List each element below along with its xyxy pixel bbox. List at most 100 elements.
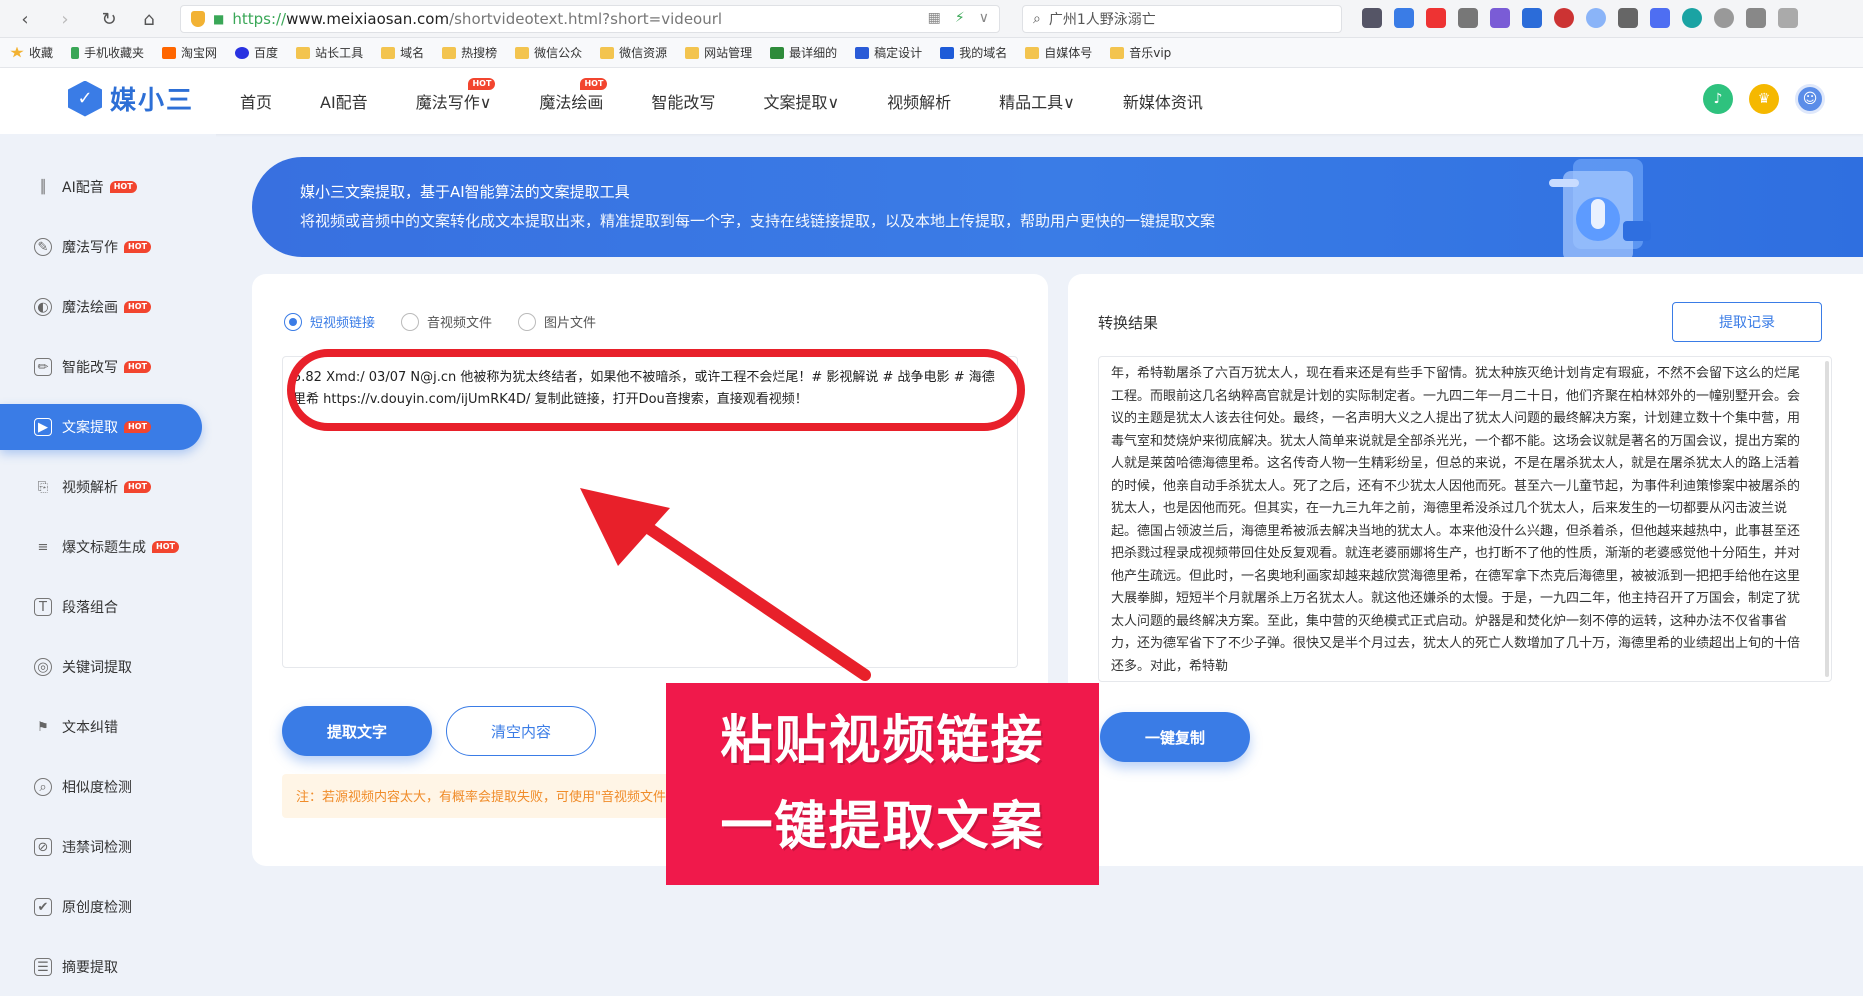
summary-icon: ☰	[34, 958, 52, 976]
result-title: 转换结果	[1098, 314, 1159, 332]
title-icon: ≡	[37, 539, 49, 555]
sidebar-item-text-correction[interactable]: ⚑ 文本纠错	[0, 704, 202, 750]
bookmark-item[interactable]: 站长工具	[296, 44, 363, 61]
bookmark-item[interactable]: 网站管理	[685, 44, 752, 61]
qr-icon[interactable]: ▦	[928, 10, 941, 26]
copy-all-button[interactable]: 一键复制	[1100, 712, 1250, 762]
bookmark-item[interactable]: 稿定设计	[855, 44, 922, 61]
source-type-radios: 短视频链接 音视频文件 图片文件	[284, 312, 596, 331]
sidebar-item-forbidden-words[interactable]: ⊘ 违禁词检测	[0, 824, 202, 870]
nav-copy-extract[interactable]: 文案提取∨	[763, 89, 839, 113]
sidebar-item-ai-dubbing[interactable]: ║ AI配音 HOT	[0, 164, 202, 210]
bookmarks-bar: 收藏 手机收藏夹 淘宝网 百度 站长工具 域名 热搜榜 微信公众 微信资源 网站…	[0, 38, 1863, 68]
header-icons: ♪ ♛ ☺	[1703, 84, 1825, 114]
nav-media-news[interactable]: 新媒体资讯	[1123, 89, 1203, 113]
browser-toolbar: ‹ › ↻ ⌂ ■ https:// www.meixiaosan.com /s…	[0, 0, 1863, 38]
bookmark-item[interactable]: 域名	[381, 44, 424, 61]
search-icon: ⌕	[1033, 11, 1041, 27]
minus-icon[interactable]	[1586, 8, 1606, 28]
radio-short-video-link[interactable]: 短视频链接	[284, 312, 375, 331]
avatar[interactable]: ☺	[1795, 84, 1825, 114]
bookmark-item[interactable]: 热搜榜	[442, 44, 497, 61]
brightness-icon[interactable]	[1714, 8, 1734, 28]
crown-icon[interactable]: ♛	[1749, 84, 1779, 114]
hot-badge: HOT	[124, 361, 151, 373]
folder-icon	[685, 46, 700, 59]
bookmark-item[interactable]: 自媒体号	[1025, 44, 1092, 61]
forward-icon[interactable]: ›	[48, 2, 82, 36]
baidu-icon	[235, 46, 250, 59]
ai-icon[interactable]	[1650, 8, 1670, 28]
home-icon[interactable]: ⌂	[132, 2, 166, 36]
site-logo[interactable]: ✓ 媒小三	[68, 80, 194, 117]
color-icon[interactable]	[1554, 8, 1574, 28]
sidebar-item-title-generator[interactable]: ≡ 爆文标题生成 HOT	[0, 524, 202, 570]
nav-smart-rewrite[interactable]: 智能改写	[651, 89, 715, 113]
nav-magic-writing[interactable]: 魔法写作∨ HOT	[416, 78, 496, 113]
scissors-icon[interactable]	[1458, 8, 1478, 28]
bookmark-item[interactable]: 收藏	[10, 44, 53, 61]
extract-history-button[interactable]: 提取记录	[1672, 302, 1822, 342]
chevron-down-icon[interactable]: ∨	[979, 10, 989, 26]
bookmark-item[interactable]: 我的域名	[940, 44, 1007, 61]
clear-content-button[interactable]: 清空内容	[446, 706, 596, 756]
hot-badge: HOT	[124, 301, 151, 313]
bookmark-item[interactable]: 微信公众	[515, 44, 582, 61]
translate-icon[interactable]	[1490, 8, 1510, 28]
reload-icon[interactable]: ↻	[92, 2, 126, 36]
bell-icon[interactable]: ♪	[1703, 84, 1733, 114]
find-icon[interactable]	[1522, 8, 1542, 28]
grid-icon[interactable]	[1618, 8, 1638, 28]
undo-icon[interactable]	[1746, 8, 1766, 28]
folder-icon	[515, 46, 530, 59]
sidebar-item-magic-drawing[interactable]: ◐ 魔法绘画 HOT	[0, 284, 202, 330]
nav-home[interactable]: 首页	[240, 89, 272, 113]
radio-image-file[interactable]: 图片文件	[518, 312, 596, 331]
nav-video-parse[interactable]: 视频解析	[887, 89, 951, 113]
weibo-icon[interactable]	[1426, 8, 1446, 28]
sidebar-item-video-parse[interactable]: ⎘ 视频解析 HOT	[0, 464, 202, 510]
similarity-icon: ⌕	[34, 778, 52, 796]
result-textarea[interactable]: 年，希特勒屠杀了六百万犹太人，现在看来还是有些手下留情。犹太种族灭绝计划肯定有瑕…	[1098, 356, 1832, 682]
sidebar-item-summary-extract[interactable]: ☰ 摘要提取	[0, 944, 202, 990]
nav-ai-dubbing[interactable]: AI配音	[320, 89, 368, 113]
address-bar[interactable]: ■ https:// www.meixiaosan.com /shortvide…	[180, 5, 1000, 33]
sidebar-item-keyword-extract[interactable]: ◎ 关键词提取	[0, 644, 202, 690]
sync-icon[interactable]	[1682, 8, 1702, 28]
url-protocol: https://	[232, 10, 287, 28]
sidebar-item-smart-rewrite[interactable]: ✏ 智能改写 HOT	[0, 344, 202, 390]
radio-av-file[interactable]: 音视频文件	[401, 312, 492, 331]
bookmark-item[interactable]: 百度	[235, 44, 278, 61]
reader-icon[interactable]	[1362, 8, 1382, 28]
url-path: /shortvideotext.html?short=videourl	[449, 10, 723, 28]
browser-search-box[interactable]: ⌕ 广州1人野泳溺亡	[1022, 5, 1342, 33]
nav-magic-drawing[interactable]: 魔法绘画 HOT	[539, 78, 608, 113]
sidebar-item-magic-writing[interactable]: ✎ 魔法写作 HOT	[0, 224, 202, 270]
nav-premium-tools[interactable]: 精品工具∨	[999, 89, 1075, 113]
taobao-icon	[162, 46, 177, 59]
bookmark-item[interactable]: 音乐vip	[1110, 44, 1171, 61]
logo-text: 媒小三	[110, 86, 195, 116]
paragraph-icon: T	[34, 598, 52, 616]
bookmark-item[interactable]: 最详细的	[770, 44, 837, 61]
link-input-textarea[interactable]: 5.82 Xmd:/ 03/07 N@j.cn 他被称为犹太终结者，如果他不被暗…	[282, 349, 1025, 668]
extract-text-button[interactable]: 提取文字	[282, 706, 432, 756]
caption-line-2: 一键提取文案	[720, 797, 1045, 857]
radio-dot	[518, 312, 537, 331]
folder-icon	[442, 46, 457, 59]
bookmark-item[interactable]: 淘宝网	[162, 44, 217, 61]
sidebar-item-paragraph-combine[interactable]: T 段落组合	[0, 584, 202, 630]
hot-badge: HOT	[124, 241, 151, 253]
sidebar-item-copy-extract[interactable]: ▶ 文案提取 HOT	[0, 404, 202, 450]
bookmark-item[interactable]: 手机收藏夹	[71, 44, 144, 61]
more-icon[interactable]	[1778, 8, 1798, 28]
lightning-icon[interactable]: ⚡	[955, 10, 965, 26]
shield-icon	[191, 11, 205, 27]
sidebar-item-similarity-check[interactable]: ⌕ 相似度检测	[0, 764, 202, 810]
back-icon[interactable]: ‹	[8, 2, 42, 36]
sidebar-item-originality-check[interactable]: ✔ 原创度检测	[0, 884, 202, 930]
result-scrollbar[interactable]	[1825, 361, 1829, 677]
bookmark-item[interactable]: 微信资源	[600, 44, 667, 61]
folder-icon	[1025, 46, 1040, 59]
mail-icon[interactable]	[1394, 8, 1414, 28]
